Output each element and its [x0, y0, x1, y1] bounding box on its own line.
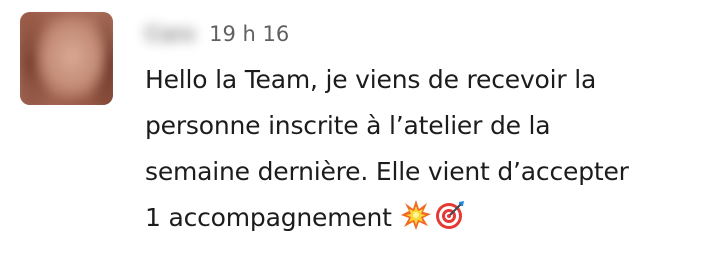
message-header: Caro 19 h 16 [145, 17, 289, 51]
message-timestamp[interactable]: 19 h 16 [209, 22, 289, 46]
message-line-last: 1 accompagnement [145, 195, 710, 241]
direct-hit-icon [434, 199, 466, 231]
message-line-text: 1 accompagnement [145, 203, 392, 232]
collision-icon [400, 199, 432, 231]
message-body: Hello la Team, je viens de recevoir la p… [145, 57, 710, 241]
avatar[interactable] [20, 12, 113, 105]
chat-message[interactable]: Caro 19 h 16 Hello la Team, je viens de … [0, 0, 720, 255]
avatar-photo [20, 12, 113, 105]
message-line: Hello la Team, je viens de recevoir la [145, 65, 597, 94]
author-name[interactable]: Caro [145, 21, 195, 47]
message-line: personne inscrite à l’atelier de la [145, 111, 551, 140]
message-line: semaine dernière. Elle vient d’accepter [145, 157, 629, 186]
